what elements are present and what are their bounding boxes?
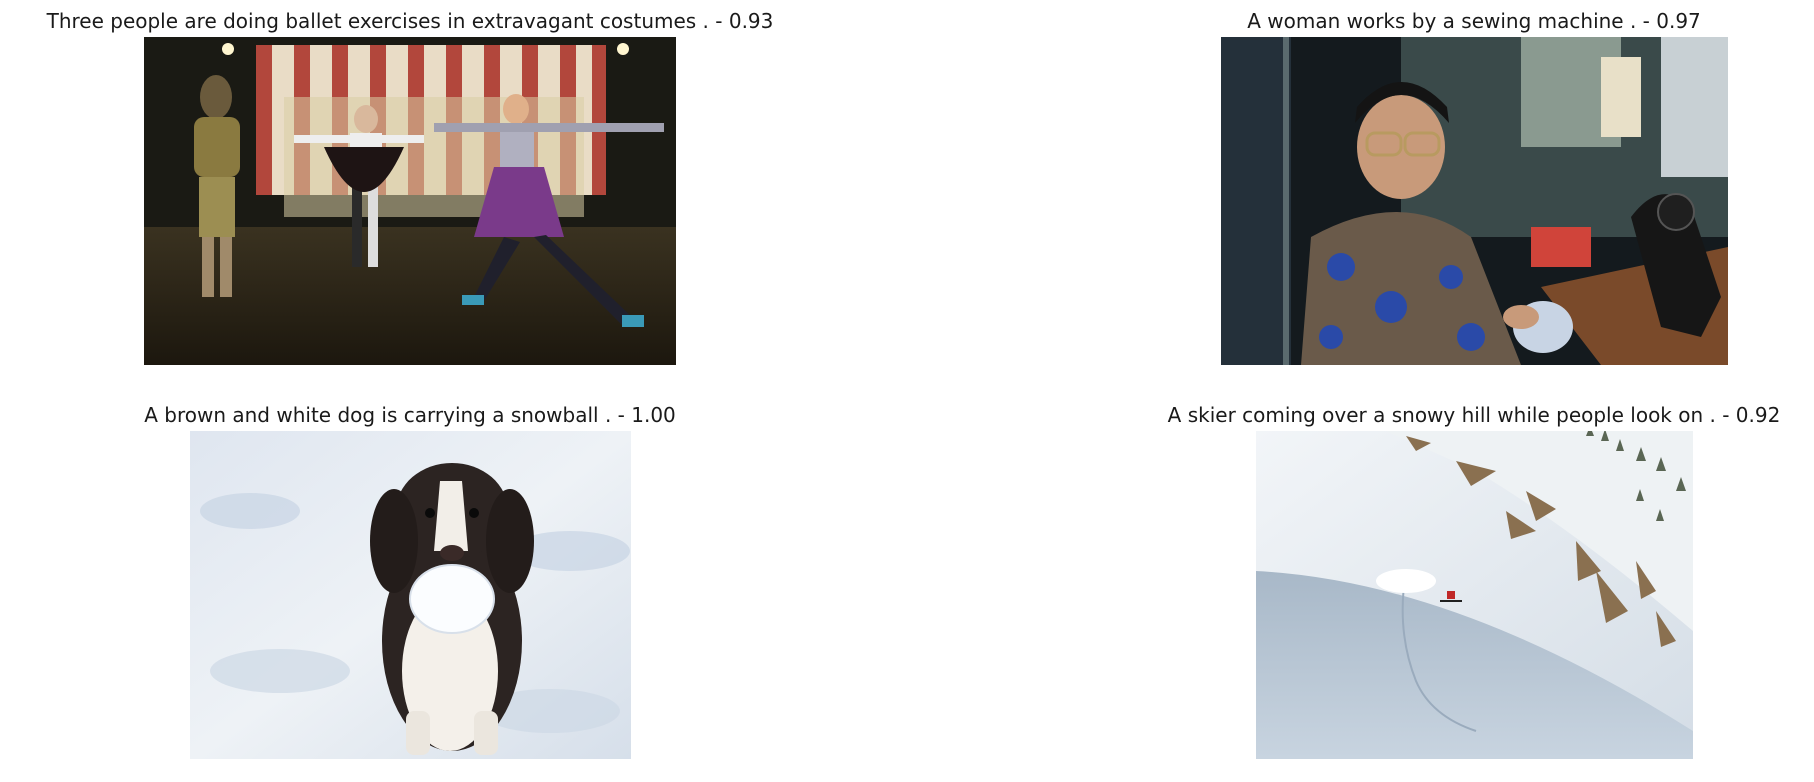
skier-snowy-hill-photo — [1256, 431, 1693, 759]
dog-snowball-photo — [190, 431, 631, 759]
panel-3-caption: A brown and white dog is carrying a snow… — [144, 403, 676, 427]
woman-sewing-photo — [1221, 37, 1728, 365]
panel-2-caption: A woman works by a sewing machine . - 0.… — [1247, 9, 1701, 33]
ballet-dancers-photo — [144, 37, 676, 365]
panel-1-caption: Three people are doing ballet exercises … — [46, 9, 774, 33]
panel-4-caption: A skier coming over a snowy hill while p… — [1167, 403, 1781, 427]
